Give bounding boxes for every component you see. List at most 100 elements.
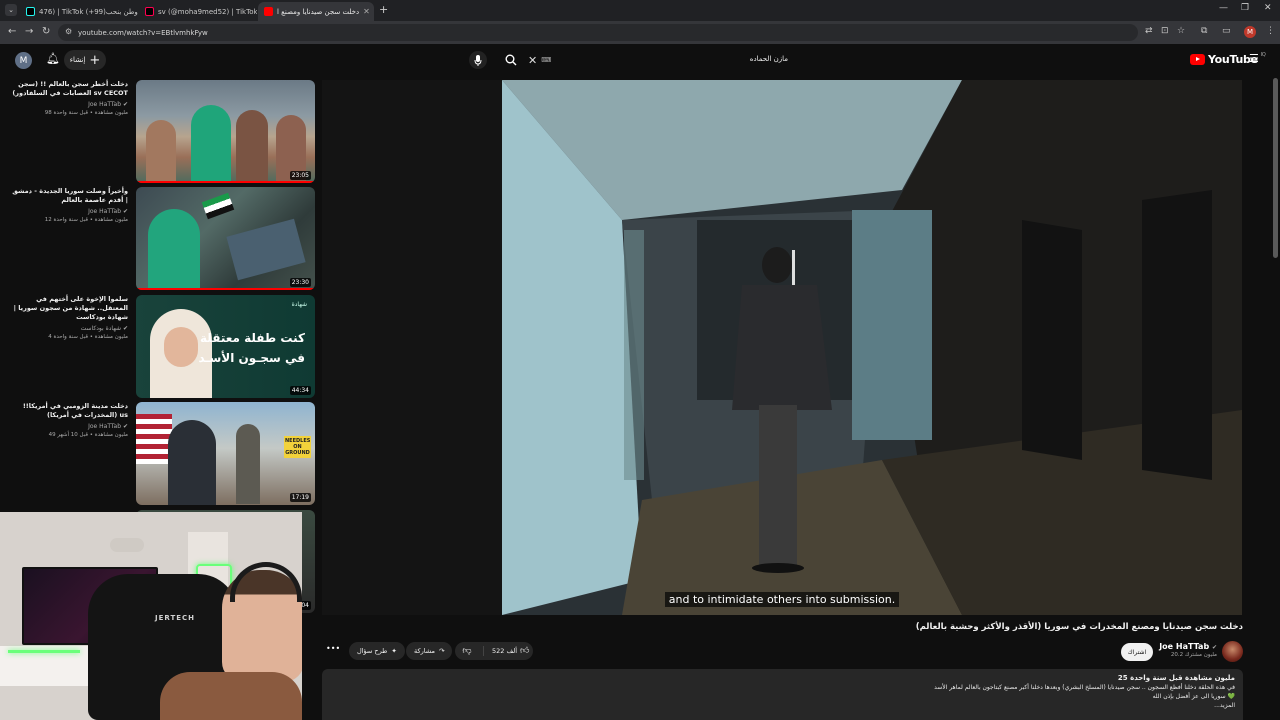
related-stats: 98 مليون مشاهدة • قبل سنة واحدة <box>44 110 128 116</box>
url-text: youtube.com/watch?v=EBtlvmhkFyw <box>78 28 208 37</box>
related-stats: 49 مليون مشاهدة • قبل 10 أشهر <box>48 432 128 438</box>
channel-name[interactable]: Joe HaTTab ✔︎ <box>1159 642 1217 651</box>
close-window-button[interactable]: ✕ <box>1264 3 1272 13</box>
translate-icon[interactable]: ⇄ <box>1145 26 1153 36</box>
streamer-shirt <box>160 672 302 720</box>
thumb-text-2: في سجـون الأسـد <box>198 351 305 365</box>
back-icon[interactable]: ← <box>8 26 16 37</box>
verified-icon: ✔︎ <box>122 423 128 430</box>
bookmark-star-icon[interactable]: ☆ <box>1177 26 1185 36</box>
chair-brand: JERTECH <box>155 614 196 622</box>
account-avatar[interactable]: M <box>15 52 32 69</box>
install-icon[interactable]: ⊡ <box>1161 26 1169 36</box>
show-more-link[interactable]: ...المزيد <box>330 702 1235 709</box>
ask-button[interactable]: طرح سؤال ✦ <box>349 642 405 660</box>
tab-title: دخلت سجن صيدنايا ومصنع ا <box>277 7 360 16</box>
syrian-flag-icon <box>201 192 235 220</box>
tab-tiktok-1[interactable]: 476) | TikTok (+99)وطن بنحب ✕ <box>20 2 138 21</box>
create-button[interactable]: إنشاء + <box>64 50 106 70</box>
related-meta: وأخيراً وصلت سوريا الجديدة - دمشق | أقدم… <box>10 187 128 223</box>
related-thumbnail[interactable]: شهادة كنت طفلة معتقلة في سجـون الأسـد 44… <box>136 295 315 398</box>
clear-search-icon[interactable]: ✕ <box>528 54 537 67</box>
description-line: سوريا الى عز أفضل بإذن الله 💚 <box>1152 693 1235 700</box>
related-thumbnail[interactable]: NEEDLES ON GROUND 17:19 <box>136 402 315 505</box>
related-thumbnail[interactable]: 23:05 <box>136 80 315 183</box>
more-actions-button[interactable]: ••• <box>326 644 340 653</box>
like-count: 522 ألف <box>492 647 517 655</box>
verified-icon: ✔︎ <box>122 208 128 215</box>
tab-tiktok-2[interactable]: sv (@moha9med52) | TikTok ✕ <box>139 2 257 21</box>
related-channel[interactable]: Joe HaTTab ✔︎ <box>10 423 128 430</box>
notifications-bell-icon[interactable]: 🔔︎ <box>46 52 60 65</box>
dislike-button[interactable]: 👎︎ <box>455 646 479 656</box>
browser-toolbar: ← → ↻ ⚙ youtube.com/watch?v=EBtlvmhkFyw … <box>0 21 1280 44</box>
maximize-button[interactable]: ❐ <box>1241 3 1249 13</box>
verified-icon: ✔︎ <box>122 101 128 108</box>
profile-icon[interactable]: M <box>1244 26 1256 38</box>
description-box[interactable]: 25 مليون مشاهدة قبل سنة واحدة في هذه الح… <box>322 669 1243 720</box>
tab-search-icon[interactable]: ⌄ <box>5 4 17 16</box>
subscriber-count: 20.2 مليون مشترك <box>1170 652 1217 658</box>
tab-close-icon[interactable]: ✕ <box>363 7 370 16</box>
related-channel[interactable]: Joe HaTTab ✔︎ <box>10 101 128 108</box>
video-actions: ••• طرح سؤال ✦ مشاركة ↷ 👎︎ 522 ألف 👍︎ اش… <box>322 640 1243 664</box>
related-title[interactable]: وأخيراً وصلت سوريا الجديدة - دمشق | أقدم… <box>10 187 128 205</box>
thumb-sign: NEEDLES ON GROUND <box>284 436 311 458</box>
video-frame <box>322 80 1242 615</box>
description-line: في هذه الحلقة دخلنا أفظع السجون .. سجن ص… <box>934 684 1235 691</box>
thumb-figure <box>236 424 260 504</box>
duration-badge: 23:05 <box>289 171 311 180</box>
webcam-overlay: JERTECH <box>0 512 302 720</box>
voice-search-mic-icon[interactable] <box>469 51 487 69</box>
video-player[interactable]: and to intimidate others into submission… <box>322 80 1242 615</box>
thumbs-up-icon: 👍︎ <box>520 646 530 656</box>
search-input[interactable]: ✕ ⌨ مازن الحماده <box>528 50 796 70</box>
minimize-button[interactable]: — <box>1219 3 1228 13</box>
tab-title: 476) | TikTok (+99)وطن بنحب <box>39 7 138 16</box>
address-bar[interactable]: ⚙ youtube.com/watch?v=EBtlvmhkFyw <box>58 24 1138 41</box>
tab-youtube[interactable]: دخلت سجن صيدنايا ومصنع ا ✕ <box>258 2 374 21</box>
led-strip <box>8 650 80 653</box>
related-channel[interactable]: Joe HaTTab ✔︎ <box>10 208 128 215</box>
new-tab-button[interactable]: + <box>379 3 388 16</box>
reload-icon[interactable]: ↻ <box>42 26 50 37</box>
subscribe-button[interactable]: اشتراك <box>1121 643 1153 661</box>
search-button[interactable] <box>498 50 524 70</box>
related-thumbnail[interactable]: 23:30 <box>136 187 315 290</box>
related-video[interactable]: دخلت مدينة الزومبي في أمريكا!! (المخدرات… <box>10 402 315 506</box>
channel-info[interactable]: Joe HaTTab ✔︎ 20.2 مليون مشترك <box>1159 642 1217 658</box>
extensions-icon[interactable]: ⧉ <box>1201 26 1207 36</box>
youtube-icon <box>264 7 273 16</box>
related-stats: 4 مليون مشاهدة • قبل سنة واحدة <box>48 334 128 340</box>
guide-menu-icon[interactable]: ☰ <box>1249 52 1259 65</box>
related-title[interactable]: سلموا الإخوة على أختهم في المعتقل.. شهاد… <box>10 295 128 322</box>
related-video[interactable]: دخلت أخطر سجن بالعالم !! (سجن العصابات ف… <box>10 80 315 184</box>
related-video[interactable]: سلموا الإخوة على أختهم في المعتقل.. شهاد… <box>10 295 315 399</box>
forward-icon[interactable]: → <box>25 26 33 37</box>
page-scrollbar[interactable] <box>1273 78 1278 258</box>
menu-kebab-icon[interactable]: ⋮ <box>1266 26 1275 36</box>
thumb-brand: شهادة <box>291 301 307 308</box>
thumb-figure <box>146 120 176 183</box>
create-label: إنشاء <box>69 56 86 64</box>
site-info-icon[interactable]: ⚙ <box>65 27 72 36</box>
verified-icon: ✔︎ <box>122 325 128 332</box>
sidebar-icon[interactable]: ▭ <box>1222 26 1231 36</box>
youtube-play-logo-icon <box>1190 54 1205 65</box>
related-title[interactable]: دخلت مدينة الزومبي في أمريكا!! (المخدرات… <box>10 402 128 420</box>
caption-text: and to intimidate others into submission… <box>664 592 900 607</box>
share-button[interactable]: مشاركة ↷ <box>406 642 453 660</box>
related-stats: 12 مليون مشاهدة • قبل سنة واحدة <box>44 217 128 223</box>
tiktok-icon <box>145 7 154 16</box>
duration-badge: 44:34 <box>289 386 311 395</box>
video-caption: and to intimidate others into submission… <box>322 588 1242 607</box>
channel-avatar[interactable] <box>1222 641 1243 662</box>
keyboard-icon[interactable]: ⌨ <box>541 56 551 64</box>
plus-icon: + <box>89 52 101 68</box>
related-meta: سلموا الإخوة على أختهم في المعتقل.. شهاد… <box>10 295 128 340</box>
related-channel[interactable]: شهادة بودكاست ✔︎ <box>10 325 128 332</box>
like-button[interactable]: 522 ألف 👍︎ <box>483 646 529 656</box>
related-video[interactable]: وأخيراً وصلت سوريا الجديدة - دمشق | أقدم… <box>10 187 315 291</box>
thumb-text-1: كنت طفلة معتقلة <box>200 331 305 345</box>
related-title[interactable]: دخلت أخطر سجن بالعالم !! (سجن العصابات ف… <box>10 80 128 98</box>
